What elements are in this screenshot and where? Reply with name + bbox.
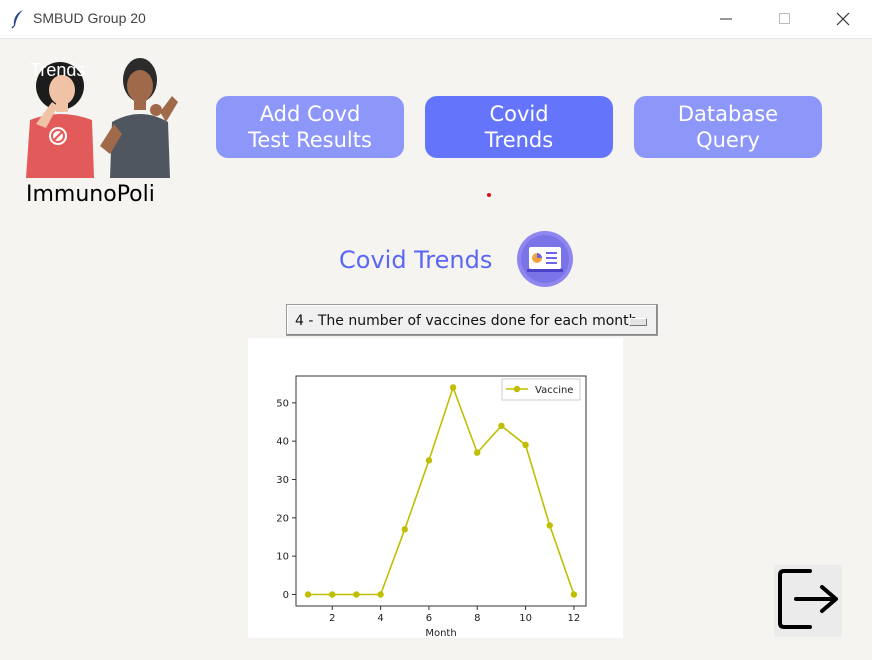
y-tick-label: 30 xyxy=(276,475,289,486)
indicator-dot xyxy=(487,193,491,197)
data-point xyxy=(474,449,481,456)
faded-header-label: Trends xyxy=(30,60,86,80)
data-point xyxy=(449,384,457,391)
section-title: Covid Trends xyxy=(339,246,493,274)
add-test-results-button[interactable]: Add Covd Test Results xyxy=(216,96,404,158)
close-button[interactable] xyxy=(820,0,866,38)
database-query-label-line2: Query xyxy=(696,128,760,152)
data-point xyxy=(329,591,336,598)
y-tick-label: 10 xyxy=(276,552,289,563)
data-point xyxy=(425,457,433,464)
x-tick-label: 8 xyxy=(474,613,480,624)
y-tick-label: 50 xyxy=(276,398,289,409)
covid-trends-label-line2: Trends xyxy=(484,128,554,152)
data-point xyxy=(377,591,384,598)
dropdown-arrow-icon xyxy=(629,318,647,326)
x-axis-label: Month xyxy=(425,628,456,638)
maximize-button[interactable] xyxy=(762,0,808,38)
covid-trends-button[interactable]: Covid Trends xyxy=(425,96,613,158)
covid-trends-label-line1: Covid xyxy=(489,102,549,126)
query-select-value: 4 - The number of vaccines done for each… xyxy=(295,313,638,329)
add-test-results-label-line2: Test Results xyxy=(248,128,372,152)
x-tick-label: 12 xyxy=(568,613,581,624)
data-point xyxy=(522,441,529,449)
x-tick-label: 4 xyxy=(377,613,383,624)
chart-panel: 0 10 20 30 40 50 2 4 6 8 10 12 Month Vaccine xyxy=(248,338,623,638)
minimize-icon xyxy=(720,18,732,20)
y-tick-label: 20 xyxy=(276,513,289,524)
plot-area xyxy=(295,375,587,607)
legend: Vaccine xyxy=(501,378,581,401)
feather-icon xyxy=(11,10,23,29)
logout-button[interactable] xyxy=(774,565,842,637)
data-point xyxy=(401,526,408,533)
data-point xyxy=(498,422,505,430)
window-title: SMBUD Group 20 xyxy=(33,10,146,26)
add-test-results-label-line1: Add Covd xyxy=(259,102,361,126)
y-tick-label: 0 xyxy=(283,590,289,601)
database-query-label-line1: Database xyxy=(677,102,779,126)
data-point xyxy=(546,522,553,529)
data-point xyxy=(353,591,360,598)
query-select[interactable]: 4 - The number of vaccines done for each… xyxy=(286,304,658,336)
logout-icon xyxy=(778,569,838,629)
line-chart: 0 10 20 30 40 50 2 4 6 8 10 12 Month Vaccine xyxy=(276,375,587,638)
close-icon xyxy=(836,12,850,26)
presentation-chart-icon xyxy=(517,231,573,287)
legend-label-vaccine: Vaccine xyxy=(535,385,573,396)
x-tick-label: 2 xyxy=(329,613,335,624)
data-point xyxy=(570,591,578,598)
minimize-button[interactable] xyxy=(703,0,749,38)
app-name: ImmunoPoli xyxy=(26,182,155,207)
x-tick-label: 6 xyxy=(426,613,432,624)
x-tick-label: 10 xyxy=(519,613,532,624)
maximize-icon xyxy=(779,13,790,24)
legend-marker-vaccine xyxy=(513,385,521,393)
data-point xyxy=(304,591,312,598)
database-query-button[interactable]: Database Query xyxy=(634,96,822,158)
title-bar: SMBUD Group 20 xyxy=(0,0,872,39)
y-tick-label: 40 xyxy=(276,437,289,448)
